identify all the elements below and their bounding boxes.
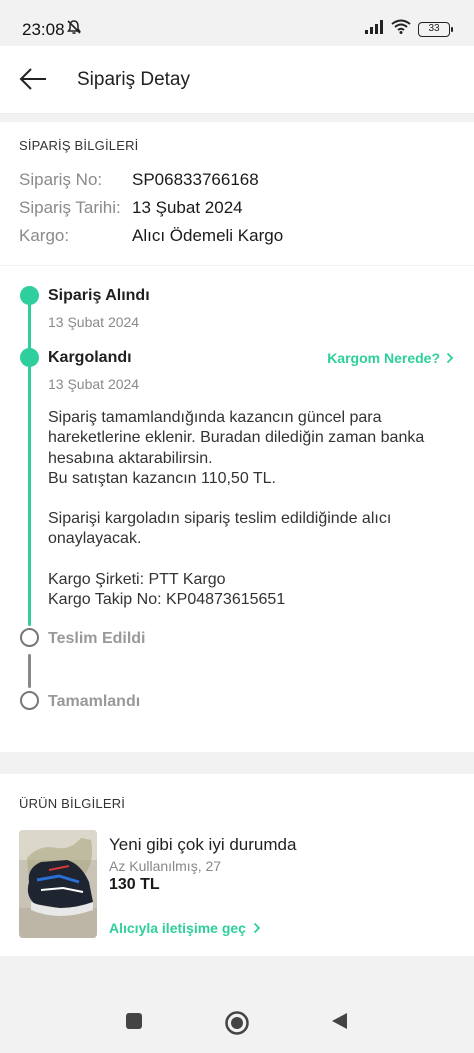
timeline-dot-pending bbox=[20, 691, 39, 710]
details-text: hareketlerine eklenir. Buradan dilediğin… bbox=[48, 429, 425, 447]
back-button[interactable] bbox=[18, 66, 48, 92]
square-icon bbox=[126, 1013, 142, 1029]
sneaker-photo bbox=[19, 830, 97, 938]
circle-icon bbox=[225, 1011, 249, 1035]
timeline-dot-done bbox=[20, 348, 39, 367]
details-text: Sipariş tamamlandığında kazancın güncel … bbox=[48, 409, 382, 426]
timeline-dot-pending bbox=[20, 628, 39, 647]
step-date-received: 13 Şubat 2024 bbox=[48, 314, 140, 330]
app-header: Sipariş Detay bbox=[0, 46, 474, 114]
shipping-details: Sipariş tamamlandığında kazancın güncel … bbox=[48, 408, 458, 610]
order-timeline: Sipariş Alındı 13 Şubat 2024 Kargolandı … bbox=[0, 266, 474, 752]
step-title-shipped: Kargolandı bbox=[48, 349, 132, 366]
product-condition: Az Kullanılmış, 27 bbox=[109, 858, 222, 874]
arrow-left-icon bbox=[19, 68, 46, 90]
product-info-section: ÜRÜN BİLGİLERİ Yeni gibi çok iyi durumda… bbox=[0, 774, 474, 956]
chevron-right-icon bbox=[446, 352, 454, 364]
timeline-line-done bbox=[28, 366, 31, 626]
timeline-line-pending bbox=[28, 654, 31, 688]
product-image[interactable] bbox=[19, 830, 97, 938]
system-nav-bar bbox=[0, 975, 474, 1053]
cargo-value: Alıcı Ödemeli Kargo bbox=[132, 226, 284, 245]
signal-icon bbox=[364, 19, 384, 39]
details-text: hesabına aktarabilirsin. bbox=[48, 449, 213, 467]
cargo-company-text: Kargo Şirketi: PTT Kargo bbox=[48, 570, 226, 588]
cargo-label: Kargo: bbox=[19, 226, 70, 245]
battery-indicator: 33 bbox=[418, 21, 453, 37]
order-info-heading: SİPARİŞ BİLGİLERİ bbox=[19, 138, 139, 153]
step-title-received: Sipariş Alındı bbox=[48, 287, 150, 304]
where-is-my-cargo-link[interactable]: Kargom Nerede? bbox=[327, 350, 454, 366]
wifi-icon bbox=[391, 19, 411, 39]
product-title: Yeni gibi çok iyi durumda bbox=[109, 835, 297, 854]
timeline-line-done bbox=[28, 300, 31, 350]
where-is-my-cargo-label: Kargom Nerede? bbox=[327, 350, 440, 366]
timeline-dot-done bbox=[20, 286, 39, 305]
tracking-number-text: Kargo Takip No: KP04873615651 bbox=[48, 591, 286, 609]
product-info-heading: ÜRÜN BİLGİLERİ bbox=[19, 796, 126, 811]
order-number-value: SP06833766168 bbox=[132, 170, 259, 189]
triangle-back-icon bbox=[332, 1013, 347, 1029]
earnings-text: Bu satıştan kazancın 110,50 TL. bbox=[48, 469, 276, 487]
order-number-label: Sipariş No: bbox=[19, 170, 103, 189]
back-nav-button[interactable] bbox=[329, 1011, 349, 1036]
step-title-delivered: Teslim Edildi bbox=[48, 630, 146, 647]
chevron-right-icon bbox=[253, 922, 261, 934]
status-time: 23:08 bbox=[22, 20, 65, 39]
contact-buyer-label: Alıcıyla iletişime geç bbox=[109, 920, 246, 936]
order-info-section: SİPARİŞ BİLGİLERİ Sipariş No: SP06833766… bbox=[0, 122, 474, 265]
page-title: Sipariş Detay bbox=[77, 69, 190, 90]
details-text: Siparişi kargoladın sipariş teslim edild… bbox=[48, 510, 392, 528]
step-date-shipped: 13 Şubat 2024 bbox=[48, 376, 140, 392]
order-date-label: Sipariş Tarihi: bbox=[19, 198, 121, 217]
home-button[interactable] bbox=[224, 1010, 250, 1041]
contact-buyer-link[interactable]: Alıcıyla iletişime geç bbox=[109, 920, 261, 936]
recents-button[interactable] bbox=[124, 1011, 144, 1036]
status-bar: 23:08 33 bbox=[0, 0, 474, 46]
status-icons: 33 bbox=[364, 19, 453, 39]
step-title-completed: Tamamlandı bbox=[48, 693, 141, 710]
details-text: onaylayacak. bbox=[48, 530, 142, 548]
product-price: 130 TL bbox=[109, 876, 160, 893]
bell-off-icon bbox=[66, 19, 82, 40]
order-date-value: 13 Şubat 2024 bbox=[132, 198, 243, 217]
